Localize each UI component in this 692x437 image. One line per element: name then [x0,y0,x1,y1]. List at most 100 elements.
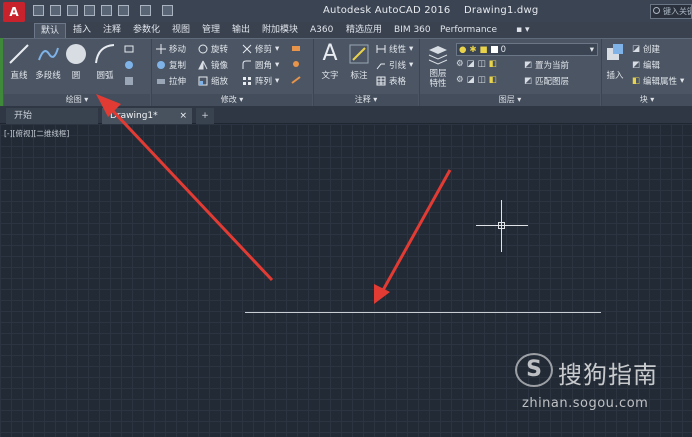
undo-icon[interactable] [118,5,129,16]
tab-view[interactable]: 视图 [166,23,196,38]
edit-label: 编辑 [643,61,661,71]
close-icon[interactable]: × [179,108,187,124]
new-tab-button[interactable]: + [196,108,214,124]
annotation-panel-title[interactable]: 注释 ▾ [314,94,418,106]
fillet-tool[interactable]: 圆角 ▾ [242,59,279,71]
create-block-button[interactable]: ◪ 创建 [632,43,660,55]
trim-tool[interactable]: 修剪 ▾ [242,43,279,55]
stretch-label: 拉伸 [169,77,187,87]
tab-annotate[interactable]: 注释 [97,23,127,38]
chevron-down-icon: ▾ [589,44,594,55]
title-bar: A Autodesk AutoCAD 2016 Drawing1.dwg 键入关… [0,0,692,22]
copy-tool[interactable]: 复制 [156,59,186,71]
block-panel-title[interactable]: 块 ▾ [602,94,692,106]
polyline-tool[interactable]: 多段线 [34,42,62,81]
tab-addins[interactable]: 附加模块 [256,23,304,38]
mirror-tool[interactable]: 镜像 [198,59,228,71]
drawn-line[interactable] [245,312,601,313]
print-icon[interactable] [101,5,112,16]
quick-access-dropdown-icon[interactable] [162,5,173,16]
polyline-tool-label: 多段线 [35,71,61,81]
leader-tool[interactable]: 引线 ▾ [376,59,413,71]
move-icon [156,44,166,54]
boundary-tool[interactable] [124,76,134,86]
tab-featured-apps[interactable]: 精选应用 [340,23,388,38]
tab-bim360[interactable]: BIM 360 [388,23,437,38]
move-tool[interactable]: 移动 [156,43,186,55]
circle-tool[interactable]: 圆 [64,42,88,81]
rectangle-tool[interactable] [124,44,134,54]
viewport-controls[interactable]: [-][俯视][二维线框] [4,128,69,139]
insert-block-tool[interactable]: 插入 [603,42,627,81]
arc-tool[interactable]: 圆弧 [92,42,118,81]
layer-lock-icon[interactable]: ◧ [489,59,497,69]
ribbon-display-toggle-icon[interactable]: ▪ ▾ [510,23,535,38]
line-icon [9,44,29,64]
array-tool[interactable]: 阵列 ▾ [242,75,279,87]
open-file-icon[interactable] [50,5,61,16]
explode-tool[interactable] [291,59,301,69]
set-current-icon: ◩ [524,60,533,70]
stretch-tool[interactable]: 拉伸 [156,75,186,87]
lock-icon: ■ [479,44,488,55]
layer-freeze-icon[interactable]: ◫ [478,59,486,69]
text-tool-label: 文字 [321,71,339,81]
offset-tool[interactable] [291,75,301,85]
dimension-tool[interactable]: 标注 [346,42,372,81]
text-tool[interactable]: A 文字 [318,42,342,82]
drawing-canvas[interactable]: [-][俯视][二维线框] [0,124,692,437]
scale-icon [198,76,208,86]
rotate-icon [198,44,208,54]
match-layer-label: 匹配图层 [535,77,570,87]
redo-icon[interactable] [140,5,151,16]
erase-tool[interactable] [291,43,301,53]
layer-properties-tool[interactable]: 图层 特性 [424,42,452,89]
tab-start[interactable]: 开始 [6,108,98,124]
layer-off-icon[interactable]: ◪ [467,59,475,69]
edit-attributes-icon: ◧ [632,76,641,86]
circle-icon [66,44,86,64]
dimension-tool-label: 标注 [350,71,368,81]
tab-output[interactable]: 输出 [226,23,256,38]
edit-attributes-button[interactable]: ◧ 编辑属性 ▾ [632,75,684,87]
layer-unisolate-icon[interactable]: ⚙ [456,75,464,85]
tab-parametric[interactable]: 参数化 [127,23,166,38]
layer-thaw-icon[interactable]: ◫ [478,75,486,85]
stretch-icon [157,79,165,84]
tab-insert[interactable]: 插入 [67,23,97,38]
dimension-icon [349,44,369,64]
tab-drawing1[interactable]: Drawing1* × [102,108,192,124]
watermark-brand: 搜狗指南 [558,361,658,389]
application-menu-button[interactable]: A [3,2,25,22]
match-layer-button[interactable]: ◩ 匹配图层 [524,75,569,87]
edit-block-button[interactable]: ◩ 编辑 [632,59,660,71]
modify-panel-title[interactable]: 修改 ▾ [152,94,312,106]
tab-a360[interactable]: A360 [304,23,339,38]
rotate-tool[interactable]: 旋转 [198,43,228,55]
fillet-label: 圆角 [255,61,273,71]
new-file-icon[interactable] [33,5,44,16]
copy-icon [157,61,165,69]
scale-tool[interactable]: 缩放 [198,75,228,87]
layer-isolate-icon[interactable]: ⚙ [456,59,464,69]
tab-default[interactable]: 默认 [34,23,67,38]
layer-tools-row2: ⚙ ◪ ◫ ◧ [456,75,497,85]
search-input[interactable]: 键入关键字 [650,4,692,19]
hatch-tool[interactable] [124,60,134,70]
layer-on-icon[interactable]: ◪ [467,75,475,85]
line-tool[interactable]: 直线 [6,42,32,81]
layer-unlock-icon[interactable]: ◧ [489,75,497,85]
tab-performance[interactable]: Performance [434,23,503,38]
scale-label: 缩放 [211,77,229,87]
set-current-layer-button[interactable]: ◩ 置为当前 [524,59,569,71]
draw-panel-title[interactable]: 绘图 ▾ [4,94,150,106]
save-as-icon[interactable] [84,5,95,16]
table-tool[interactable]: 表格 [376,75,406,87]
create-label: 创建 [643,45,661,55]
crosshair-pickbox [498,222,505,229]
tab-manage[interactable]: 管理 [196,23,226,38]
layers-panel-title[interactable]: 图层 ▾ [420,94,600,106]
linear-dimension-tool[interactable]: 线性 ▾ [376,43,413,55]
layer-dropdown[interactable]: ● ✱ ■ 0 ▾ [456,43,598,56]
save-icon[interactable] [67,5,78,16]
